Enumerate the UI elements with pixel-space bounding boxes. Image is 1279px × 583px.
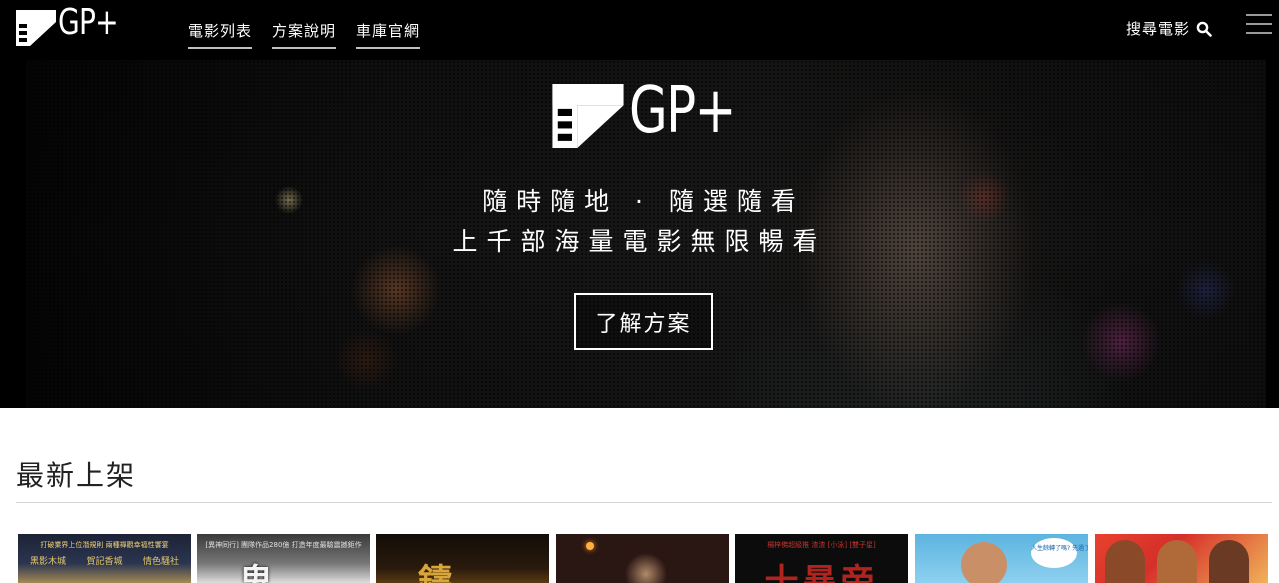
- poster-text: 情色騷社: [142, 557, 179, 567]
- section-title-latest: 最新上架: [16, 459, 137, 492]
- poster-title: 鑄...: [418, 562, 507, 583]
- movie-poster[interactable]: [異神同行] 團隊作品280億 打造年度最驗震撼鉅作 鬼...: [197, 534, 370, 583]
- poster-text: 賀記香城: [86, 557, 123, 567]
- movie-poster[interactable]: 鑄...: [376, 534, 549, 583]
- latest-posters-row: 打破業界上位潛規則 兩種禪觀幸福性饗宴 黑影木城 賀記香城 情色騷社 [異神同行…: [18, 534, 1279, 583]
- film-logo-icon: [552, 84, 624, 148]
- poster-caption: 楊梓佛超級推 渣渣 [小泳] [雙子星]: [767, 541, 876, 549]
- nav-plans[interactable]: 方案說明: [272, 18, 337, 49]
- section-divider: [16, 502, 1272, 503]
- poster-caption: 打破業界上位潛規則 兩種禪觀幸福性饗宴: [40, 541, 169, 549]
- hero-banner: GP+ 隨時隨地 · 隨選隨看 上千部海量電影無限暢看 了解方案: [0, 60, 1279, 408]
- movie-poster[interactable]: [556, 534, 729, 583]
- poster-text: 黑影木城: [30, 557, 67, 567]
- search-movies-button[interactable]: 搜尋電影: [1126, 18, 1212, 39]
- hero-logo: GP+: [551, 74, 741, 152]
- movie-poster[interactable]: 人生餘轉了嗎? 先過了去就好了!: [915, 534, 1088, 583]
- movie-poster[interactable]: [1095, 534, 1268, 583]
- film-logo-icon: [16, 10, 56, 46]
- top-navigation-bar: GP+ 電影列表 方案說明 車庫官網 搜尋電影: [0, 0, 1279, 60]
- poster-title: 鬼...: [239, 562, 328, 583]
- hero-tagline-2: 上千部海量電影無限暢看: [452, 227, 827, 256]
- main-nav: 電影列表 方案說明 車庫官網: [188, 18, 440, 49]
- hero-tagline-1: 隨時隨地 · 隨選隨看: [482, 187, 805, 216]
- poster-caption: 人生餘轉了嗎? 先過了去就好了!: [1031, 545, 1088, 552]
- learn-plans-button[interactable]: 了解方案: [574, 293, 713, 350]
- movie-poster[interactable]: 楊梓佛超級推 渣渣 [小泳] [雙子星] 十暴帝: [735, 534, 908, 583]
- hamburger-menu-icon[interactable]: [1246, 14, 1272, 40]
- poster-portrait: [961, 542, 1007, 583]
- poster-title: 十暴帝: [764, 562, 879, 583]
- nav-movie-list[interactable]: 電影列表: [188, 18, 253, 49]
- logo-wordmark: GP+: [58, 2, 119, 43]
- search-label: 搜尋電影: [1126, 20, 1191, 38]
- movie-poster[interactable]: 打破業界上位潛規則 兩種禪觀幸福性饗宴 黑影木城 賀記香城 情色騷社: [18, 534, 191, 583]
- hero-logo-wordmark: GP+: [629, 74, 736, 148]
- poster-caption: [異神同行] 團隊作品280億 打造年度最驗震撼鉅作: [205, 541, 362, 549]
- nav-garage-official-site[interactable]: 車庫官網: [356, 18, 421, 49]
- site-logo[interactable]: GP+: [14, 2, 119, 48]
- search-icon: [1196, 21, 1212, 37]
